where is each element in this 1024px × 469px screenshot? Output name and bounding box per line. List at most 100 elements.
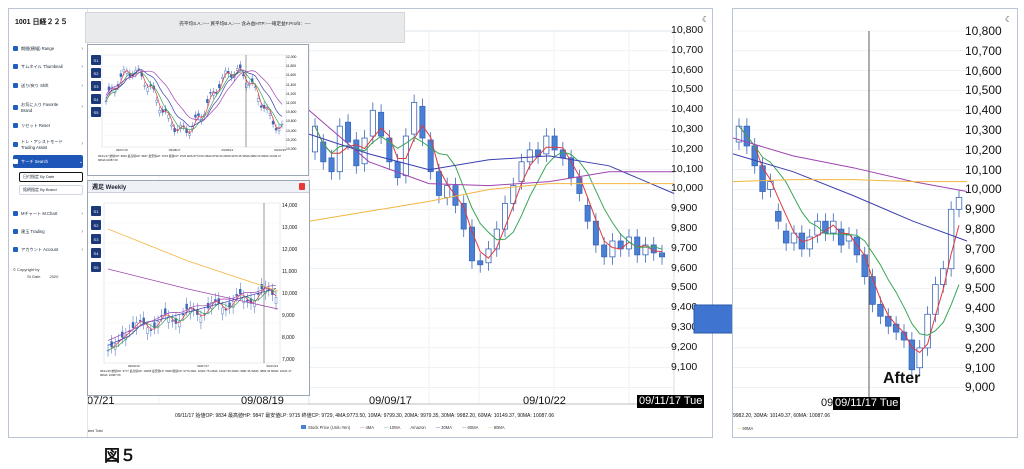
y-tick: 7,000 xyxy=(282,357,295,363)
s5-button[interactable]: S5 xyxy=(91,262,101,272)
y-tick: 13,000 xyxy=(282,225,298,231)
daily-x-axis: 09/07/10 09/08/17 09/09/14 09/10/15 xyxy=(116,148,286,152)
profit-summary-bar: 売平均S.A.:---- 買平均B.A.:---- 含み益HTP:----確定益… xyxy=(85,12,405,43)
legend-item: Amazon xyxy=(410,425,426,430)
y-tick: 9,700 xyxy=(965,241,996,256)
y-tick: 10,800 xyxy=(671,24,704,36)
price-axis: 10,800 10,700 10,600 10,500 10,400 10,300 10,2… xyxy=(965,24,1017,404)
legend-item: — 10MA xyxy=(384,425,401,430)
x-tick: 09/08/19 xyxy=(241,395,284,407)
legend-item: 90MA xyxy=(742,426,754,431)
moon-icon[interactable]: ☾ xyxy=(1005,15,1012,24)
candle-body xyxy=(502,202,509,230)
thumbnail-daily-chart[interactable]: S1 S2 S3 S4 S5 12,000 11,800 11,600 11,400 1… xyxy=(87,44,309,176)
sidebar-item-favorite[interactable]: お気に入り Favorite Brand › xyxy=(13,98,83,116)
candle-body xyxy=(947,208,955,270)
brand-title: 1001 日経２２５ xyxy=(15,19,68,26)
sidebar-item-range[interactable]: 期間(横幅) Range › xyxy=(13,42,83,55)
candle-body xyxy=(526,149,533,163)
assist-icon xyxy=(13,141,18,147)
candle-body xyxy=(181,314,185,316)
x-tick: 09/10/15 xyxy=(274,148,286,152)
candle-body xyxy=(601,244,608,258)
sidebar-item-trading[interactable]: 建玉 Trading › xyxy=(13,225,83,238)
brand-logo: St Gain xyxy=(27,274,41,279)
s3-button[interactable]: S3 xyxy=(91,234,101,244)
legend-item: — 60MA xyxy=(462,425,479,430)
candle-body xyxy=(122,69,126,73)
search-by-date[interactable]: 日付指定 By Date xyxy=(19,172,83,182)
chart-legend: Stock Price (Unit=Yen) — 4MA — 10MA Amaz… xyxy=(301,425,505,430)
thumbnail-weekly-chart[interactable]: 週足 Weekly S1 S2 S3 S4 S5 14,000 13,000 12,… xyxy=(87,180,310,396)
candle-body xyxy=(104,100,108,103)
weekly-x-axis: 09/03/10 09/07/17 09/11/13 xyxy=(128,364,278,368)
candle-body xyxy=(170,124,173,127)
candle-body xyxy=(247,84,251,86)
range-icon xyxy=(13,46,18,51)
daily-price-axis: 12,000 11,800 11,600 11,400 11,200 11,000 10,8… xyxy=(286,55,308,155)
trading-icon xyxy=(13,229,18,234)
moon-icon[interactable]: ☾ xyxy=(702,15,709,24)
y-tick: 10,500 xyxy=(965,83,1002,98)
weekly-info: 09/11/16 始値OP: 9777 最高値HP: 10085 最安値LP: … xyxy=(100,369,292,377)
chart-icon xyxy=(13,211,18,216)
sidebar-item-search[interactable]: サーチ Search ⌄ xyxy=(13,155,83,168)
chevron-right-icon: › xyxy=(81,210,83,217)
chevron-right-icon: › xyxy=(81,104,83,110)
y-tick: 10,100 xyxy=(671,162,704,175)
s1-button[interactable]: S1 xyxy=(91,55,101,65)
s2-button[interactable]: S2 xyxy=(91,220,101,230)
candle-body xyxy=(782,230,790,244)
sidebar-item-account[interactable]: アカウント Account › xyxy=(13,243,83,256)
x-tick: 09/03/10 xyxy=(128,364,140,368)
candle-body xyxy=(221,307,224,315)
sidebar-item-shift[interactable]: 送り/戻り Shift › xyxy=(13,79,83,92)
candle-body xyxy=(259,105,263,108)
candle-body xyxy=(209,92,212,94)
candle-body xyxy=(256,98,260,103)
candle-body xyxy=(171,320,174,322)
y-tick: 11,000 xyxy=(286,101,297,105)
y-tick: 10,200 xyxy=(286,137,297,142)
y-tick: 9,700 xyxy=(671,241,698,254)
figure-label: 図５ xyxy=(104,448,137,465)
sidebar-item-reset[interactable]: リセット Reset xyxy=(13,119,83,132)
candle-body xyxy=(268,113,272,116)
y-tick: 9,100 xyxy=(671,360,698,373)
s4-button[interactable]: S4 xyxy=(91,248,101,258)
candle-body xyxy=(477,260,484,266)
y-tick: 9,000 xyxy=(965,380,996,395)
y-tick: 10,200 xyxy=(671,142,704,155)
candle-body xyxy=(158,110,161,114)
chevron-right-icon: › xyxy=(81,228,83,235)
copyright-text: © Copyright by xyxy=(13,267,40,272)
candle-body xyxy=(215,92,218,94)
s5-button[interactable]: S5 xyxy=(91,107,101,117)
candle-body xyxy=(659,252,666,258)
s1-button[interactable]: S1 xyxy=(91,206,101,216)
weekly-price-axis: 14,000 13,000 12,000 11,000 10,000 9,000 8,000… xyxy=(282,203,308,363)
s4-button[interactable]: S4 xyxy=(91,94,101,104)
y-tick: 10,000 xyxy=(286,147,297,151)
y-tick: 9,900 xyxy=(965,202,996,217)
date-badge: 09/11/17 Tue xyxy=(833,397,901,410)
s2-button[interactable]: S2 xyxy=(91,68,101,78)
y-tick: 10,800 xyxy=(965,24,1002,38)
sidebar-item-thumbnail[interactable]: サムネイル Thumbnail › xyxy=(13,60,83,73)
y-tick: 9,300 xyxy=(965,321,996,335)
candle-body xyxy=(767,181,774,190)
daily-info: 09/11/17 始値OP: 9834 最高値HP: 9847 最安値LP: 9… xyxy=(98,154,281,162)
daily-selector-buttons: S1 S2 S3 S4 S5 xyxy=(91,55,101,117)
candle-body xyxy=(274,297,278,304)
legend-item: — 90MA xyxy=(488,425,505,430)
shift-icon xyxy=(13,83,18,88)
candle-body xyxy=(206,302,210,309)
x-tick: 09/07/10 xyxy=(116,148,128,152)
s3-button[interactable]: S3 xyxy=(91,81,101,91)
sidebar-item-label: 送り/戻り Shift xyxy=(21,82,49,88)
sidebar-item-trading-assist[interactable]: トレ・アシストモード Trading Assist › xyxy=(13,135,83,153)
search-by-brand[interactable]: 銘柄指定 By Brand xyxy=(19,185,83,195)
sidebar-item-mchart[interactable]: Mチャート M.Chart › xyxy=(13,207,83,220)
y-tick: 12,000 xyxy=(286,55,297,59)
x-tick: 09/11/13 xyxy=(266,364,278,368)
